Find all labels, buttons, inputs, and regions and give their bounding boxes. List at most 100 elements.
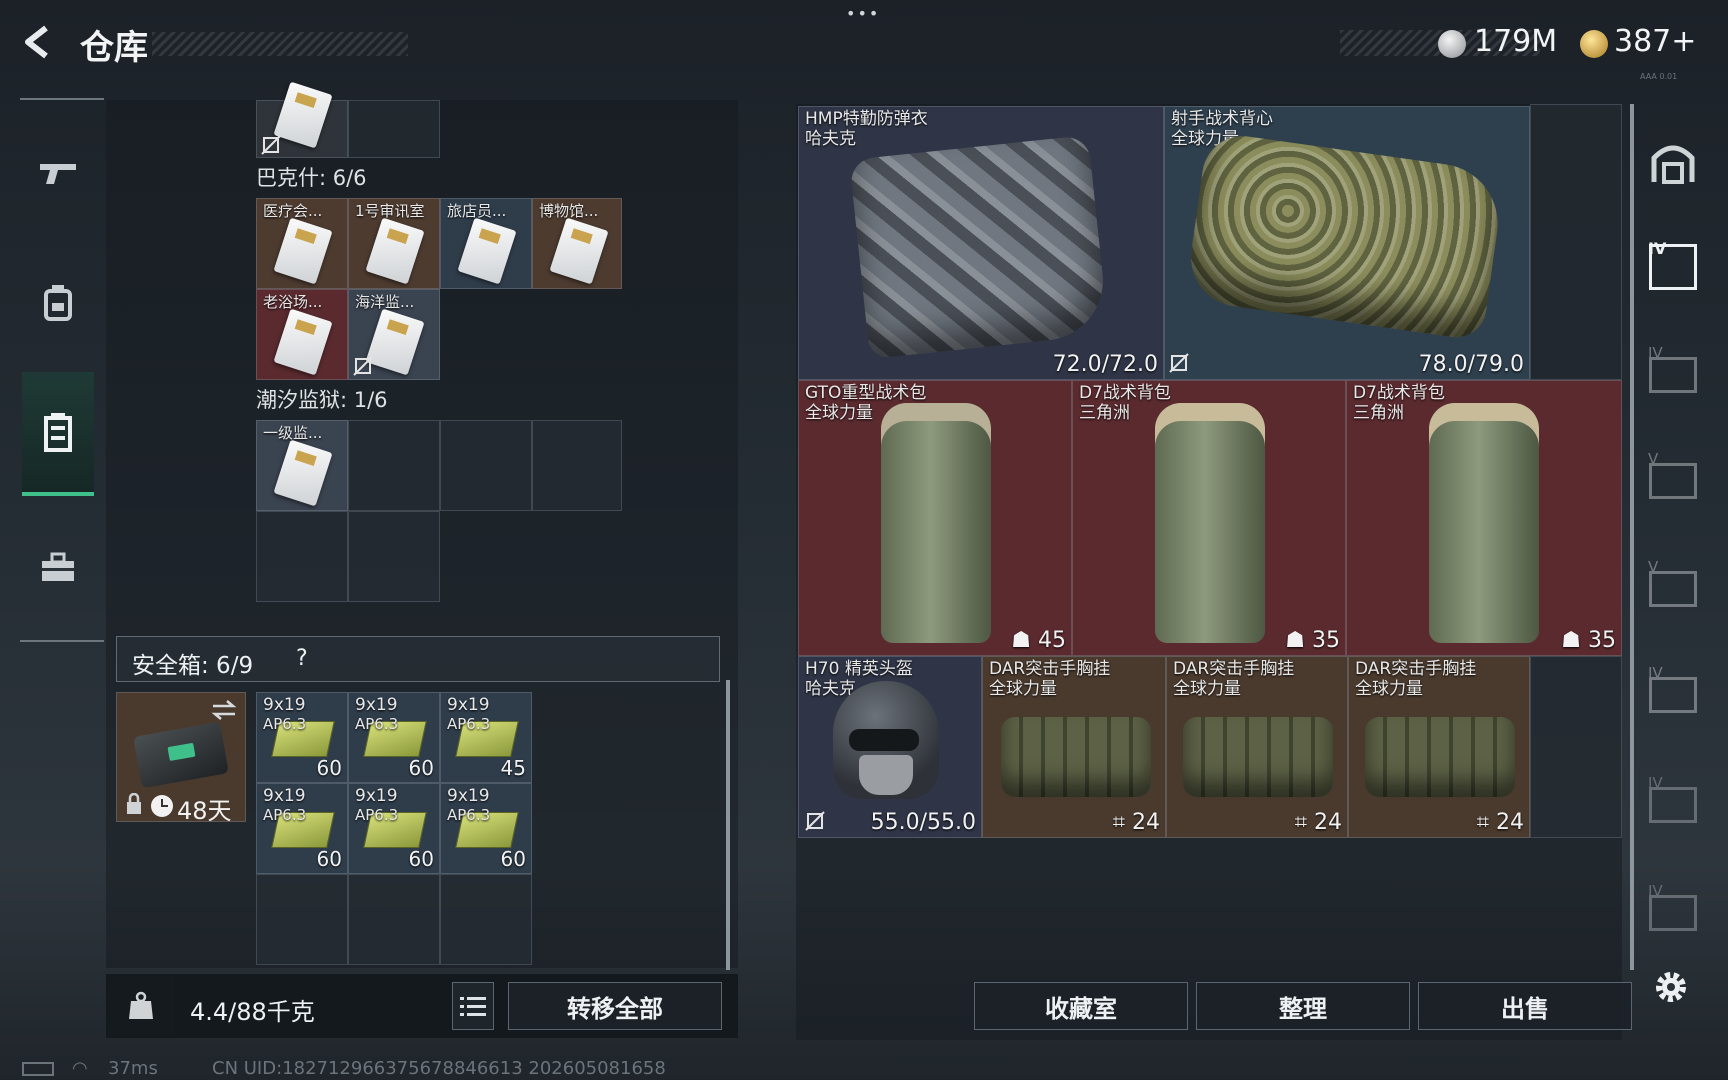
uid-text: CN UID:182712966375678846613 20260508165… — [212, 1058, 666, 1079]
sidebar-item-backpack[interactable] — [22, 248, 94, 358]
backpack-item[interactable]: D7战术背包 三角洲 ☗ 35 — [1346, 380, 1622, 656]
chest-rig-image — [1183, 717, 1333, 797]
clock-icon — [151, 795, 173, 817]
chest-rig-image — [1365, 717, 1515, 797]
backpack-image — [1155, 403, 1265, 643]
back-button[interactable] — [18, 22, 58, 62]
no-insurance-icon — [805, 811, 825, 831]
sidebar-item-weapons[interactable] — [22, 118, 94, 228]
settings-button[interactable] — [1638, 954, 1704, 1020]
backpack-item[interactable]: D7战术背包 三角洲 ☗ 35 — [1072, 380, 1346, 656]
backpack-image — [881, 403, 991, 643]
stash-tab-1[interactable]: IV — [1638, 232, 1708, 302]
chest-rig-item[interactable]: DAR突击手胸挂 全球力量 ⌗ 24 — [1166, 656, 1348, 838]
vest-image — [1184, 130, 1506, 342]
battery-icon — [22, 1062, 54, 1076]
keycard-image — [365, 217, 425, 285]
keycard-group-label: 潮汐监狱: 1/6 — [256, 388, 388, 412]
stash-tab-6[interactable]: IV — [1638, 770, 1708, 840]
keycard-item[interactable]: 旅店员... — [440, 198, 532, 289]
no-insurance-icon — [353, 356, 373, 376]
stash-tab-2[interactable]: IV — [1638, 340, 1708, 410]
stash-scrollbar[interactable] — [1630, 104, 1634, 970]
keycard-item[interactable]: 医疗会... — [256, 198, 348, 289]
helmet-item[interactable]: H70 精英头盔 哈夫克 55.0/55.0 — [798, 656, 982, 838]
stash-tab-2-icon: IV — [1648, 344, 1697, 393]
keycard-item[interactable]: 海洋监... — [348, 289, 440, 380]
stash-tab-3[interactable]: V — [1638, 446, 1708, 516]
silver-coin-icon — [1438, 30, 1466, 58]
capacity-badge: ⌗ 24 — [1294, 810, 1342, 835]
capacity-badge: ☗ 45 — [1011, 628, 1066, 653]
safe-box-item[interactable]: 48天 — [116, 692, 246, 822]
armor-item[interactable]: HMP特勤防弹衣 哈夫克 72.0/72.0 — [798, 106, 1164, 380]
keycard-image — [457, 217, 517, 285]
keycard-image — [273, 217, 333, 285]
keycard-item[interactable]: 老浴场... — [256, 289, 348, 380]
ammo-item[interactable]: 9x19 AP6.3 60 — [256, 692, 348, 783]
collection-room-button[interactable]: 收藏室 — [974, 982, 1188, 1030]
keycard-item[interactable]: 1号审讯室 — [348, 198, 440, 289]
backpack-item[interactable]: GTO重型战术包 全球力量 ☗ 45 — [798, 380, 1072, 656]
armor-image — [849, 135, 1109, 359]
stash-tab-6-icon: IV — [1648, 774, 1697, 823]
stash-tab-4[interactable]: V — [1638, 554, 1708, 624]
wifi-icon: ◠ — [72, 1058, 88, 1079]
title-underline — [152, 32, 408, 56]
list-icon — [460, 997, 486, 1016]
capacity-icon: ⌗ — [1476, 810, 1489, 835]
weight-icon — [129, 991, 153, 1019]
ammo-item[interactable]: 9x19 AP6.3 45 — [440, 692, 532, 783]
warehouse-icon — [1651, 145, 1695, 184]
capacity-icon: ☗ — [1561, 628, 1581, 653]
ammo-item[interactable]: 9x19 AP6.3 60 — [440, 783, 532, 874]
safe-box-label: 安全箱: 6/9 — [132, 653, 254, 679]
sidebar-item-locker[interactable] — [22, 372, 94, 496]
grid-cell — [348, 874, 440, 965]
left-scrollbar[interactable] — [726, 680, 730, 970]
ammo-item[interactable]: 9x19 AP6.3 60 — [256, 783, 348, 874]
chest-rig-item[interactable]: DAR突击手胸挂 全球力量 ⌗ 24 — [1348, 656, 1530, 838]
organize-button[interactable]: 整理 — [1196, 982, 1410, 1030]
more-menu-icon[interactable]: ••• — [846, 4, 880, 23]
capacity-icon: ⌗ — [1294, 810, 1307, 835]
keycard-image — [273, 308, 333, 376]
help-icon[interactable]: ? — [296, 646, 308, 671]
no-insurance-icon — [261, 135, 281, 155]
capacity-icon: ☗ — [1011, 628, 1031, 653]
list-view-button[interactable] — [452, 982, 494, 1030]
weight-lock-button[interactable] — [108, 976, 174, 1036]
chest-rig-item[interactable]: DAR突击手胸挂 全球力量 ⌗ 24 — [982, 656, 1166, 838]
page-title: 仓库 — [80, 28, 148, 68]
sell-button[interactable]: 出售 — [1418, 982, 1632, 1030]
keycard-item[interactable]: 博物馆... — [532, 198, 622, 289]
armor-item[interactable]: 射手战术背心 全球力量 78.0/79.0 — [1164, 106, 1530, 380]
keycard-image — [549, 217, 609, 285]
stash-tab-7-icon: IV — [1648, 882, 1697, 931]
locker-icon — [44, 413, 72, 452]
lock-icon — [127, 793, 141, 814]
currency-gold-value[interactable]: 387+ — [1614, 24, 1696, 59]
stash-tab-1-icon: IV — [1648, 239, 1697, 290]
capacity-badge: ☗ 35 — [1285, 628, 1340, 653]
grid-cell — [256, 511, 348, 602]
weapon-icon — [40, 164, 76, 184]
transfer-all-button[interactable]: 转移全部 — [508, 982, 722, 1030]
grid-cell — [348, 100, 440, 158]
ammo-item[interactable]: 9x19 AP6.3 60 — [348, 692, 440, 783]
currency-silver-value: 179M — [1474, 24, 1558, 59]
stash-tab-7[interactable]: IV — [1638, 878, 1708, 948]
chevron-left-icon — [25, 25, 48, 59]
backpack-icon — [44, 285, 72, 321]
sidebar-item-toolbox[interactable] — [22, 512, 94, 622]
grid-cell — [256, 81, 348, 158]
gold-coin-icon — [1580, 30, 1608, 58]
stash-tab-5[interactable]: IV — [1638, 660, 1708, 730]
stash-tab-home[interactable] — [1638, 128, 1708, 198]
swap-icon[interactable] — [211, 699, 237, 721]
grid-cell — [440, 874, 532, 965]
ammo-item[interactable]: 9x19 AP6.3 60 — [348, 783, 440, 874]
keycard-item[interactable]: 一级监... — [256, 420, 348, 511]
sidebar-bottom-line — [20, 640, 104, 642]
keycard-image — [365, 308, 425, 376]
